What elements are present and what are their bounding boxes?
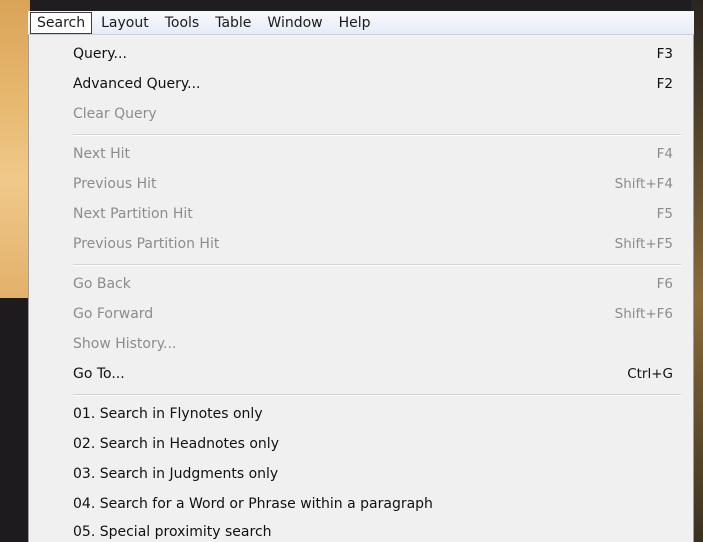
menu-layout[interactable]: Layout xyxy=(94,12,156,34)
menu-icon-gutter xyxy=(29,35,63,542)
search-dropdown-menu: Query... F3 Advanced Query... F2 Clear Q… xyxy=(28,35,694,542)
menu-item-next-partition-hit: Next Partition Hit F5 xyxy=(73,199,673,229)
menu-item-shortcut: F4 xyxy=(656,146,673,162)
menu-search[interactable]: Search xyxy=(30,11,93,34)
background-top xyxy=(0,0,703,10)
menu-separator xyxy=(73,264,681,266)
menu-item-search-flynotes[interactable]: 01. Search in Flynotes only xyxy=(73,399,673,429)
menu-item-clear-query: Clear Query xyxy=(73,99,673,129)
menu-item-label: Previous Hit xyxy=(73,176,157,192)
menu-item-shortcut: F5 xyxy=(656,206,673,222)
menu-item-shortcut: Ctrl+G xyxy=(627,366,673,382)
menu-item-label: Next Hit xyxy=(73,146,130,162)
menu-item-previous-partition-hit: Previous Partition Hit Shift+F5 xyxy=(73,229,673,259)
menu-item-shortcut: F2 xyxy=(656,76,673,92)
menu-item-label: Next Partition Hit xyxy=(73,206,193,222)
menu-item-shortcut: F3 xyxy=(656,46,673,62)
menu-item-label: 04. Search for a Word or Phrase within a… xyxy=(73,496,433,512)
menu-separator xyxy=(73,134,681,136)
menu-item-shortcut: Shift+F4 xyxy=(614,176,673,192)
menu-item-label: Go Back xyxy=(73,276,131,292)
menu-item-search-judgments[interactable]: 03. Search in Judgments only xyxy=(73,459,673,489)
menu-item-label: Go Forward xyxy=(73,306,154,322)
menu-item-label: 02. Search in Headnotes only xyxy=(73,436,279,452)
menu-item-label: 03. Search in Judgments only xyxy=(73,466,279,482)
menu-item-label: Go To... xyxy=(73,366,125,382)
menu-item-label: Advanced Query... xyxy=(73,76,201,92)
menu-item-label: Show History... xyxy=(73,336,177,352)
menu-item-advanced-query[interactable]: Advanced Query... F2 xyxy=(73,69,673,99)
menu-item-go-back: Go Back F6 xyxy=(73,269,673,299)
menu-item-previous-hit: Previous Hit Shift+F4 xyxy=(73,169,673,199)
menu-item-search-headnotes[interactable]: 02. Search in Headnotes only xyxy=(73,429,673,459)
menu-item-shortcut: F6 xyxy=(656,276,673,292)
menu-item-label: Query... xyxy=(73,46,127,62)
menu-item-show-history: Show History... xyxy=(73,329,673,359)
menu-item-shortcut: Shift+F5 xyxy=(614,236,673,252)
menu-item-special-proximity-search[interactable]: 05. Special proximity search xyxy=(73,517,673,542)
menu-item-label: 05. Special proximity search xyxy=(73,524,272,540)
menu-item-label: 01. Search in Flynotes only xyxy=(73,406,263,422)
menu-item-shortcut: Shift+F6 xyxy=(614,306,673,322)
menu-tools[interactable]: Tools xyxy=(158,12,207,34)
menu-item-query[interactable]: Query... F3 xyxy=(73,39,673,69)
background-left-glow xyxy=(0,0,30,300)
menu-separator xyxy=(73,394,681,396)
menu-help[interactable]: Help xyxy=(332,12,378,34)
menu-item-label: Clear Query xyxy=(73,106,157,122)
menu-item-next-hit: Next Hit F4 xyxy=(73,139,673,169)
menu-item-go-to[interactable]: Go To... Ctrl+G xyxy=(73,359,673,389)
menu-item-label: Previous Partition Hit xyxy=(73,236,220,252)
menu-bar: Search Layout Tools Table Window Help xyxy=(28,11,694,35)
menu-item-go-forward: Go Forward Shift+F6 xyxy=(73,299,673,329)
menu-item-search-word-phrase[interactable]: 04. Search for a Word or Phrase within a… xyxy=(73,489,673,519)
menu-window[interactable]: Window xyxy=(260,12,329,34)
menu-table[interactable]: Table xyxy=(208,12,258,34)
